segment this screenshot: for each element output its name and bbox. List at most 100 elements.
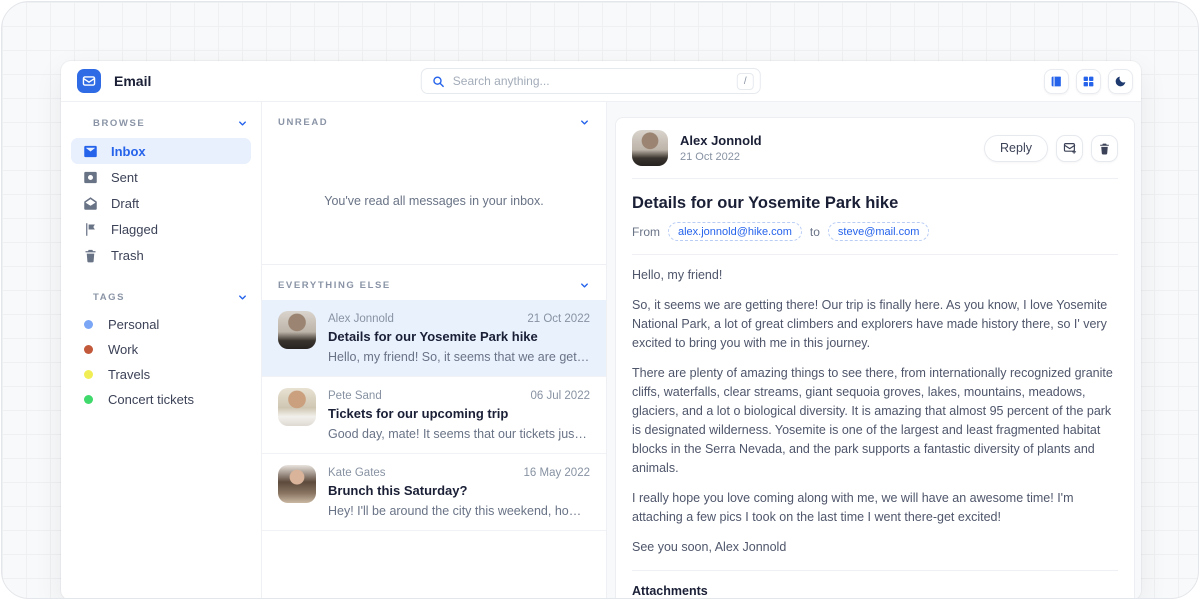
page-background: Email /: [1, 1, 1199, 599]
sidebar-item-trash[interactable]: Trash: [71, 242, 251, 268]
reply-button[interactable]: Reply: [984, 135, 1048, 162]
contacts-button[interactable]: [1044, 69, 1069, 94]
detail-header: Alex Jonnold 21 Oct 2022 Reply: [632, 130, 1118, 179]
chevron-down-icon: [237, 118, 248, 129]
detail-sender-name: Alex Jonnold: [680, 133, 762, 148]
tags-label: TAGS: [93, 292, 125, 303]
envelope-logo-icon: [82, 74, 96, 88]
tag-item-work[interactable]: Work: [71, 337, 251, 362]
moon-icon: [1114, 75, 1127, 88]
email-body: Hello, my friend! So, it seems we are ge…: [632, 266, 1118, 557]
email-sender: Pete Sand: [328, 390, 382, 402]
tag-label: Personal: [108, 317, 159, 332]
email-list-column: UNREAD You've read all messages in your …: [262, 102, 607, 599]
unread-section-header[interactable]: UNREAD: [262, 102, 606, 137]
from-label: From: [632, 225, 660, 239]
tag-item-concert-tickets[interactable]: Concert tickets: [71, 387, 251, 412]
browse-label: BROWSE: [93, 118, 145, 129]
app-title: Email: [114, 73, 151, 89]
chevron-down-icon: [579, 280, 590, 291]
sidebar-item-inbox[interactable]: Inbox: [71, 138, 251, 164]
grid-icon: [1082, 75, 1095, 88]
email-subject: Details for our Yosemite Park hike: [328, 329, 590, 344]
search-shortcut-badge: /: [737, 73, 754, 90]
to-label: to: [810, 225, 820, 239]
header-actions: [1044, 69, 1133, 94]
to-email-chip[interactable]: steve@mail.com: [828, 222, 929, 241]
sidebar-spacer: [71, 268, 251, 284]
sidebar-item-label: Trash: [111, 248, 144, 263]
divider: [632, 570, 1118, 571]
email-preview: Good day, mate! It seems that our ticket…: [328, 427, 590, 441]
app-header: Email /: [61, 61, 1141, 102]
trash-icon: [83, 248, 98, 263]
email-detail-card: Alex Jonnold 21 Oct 2022 Reply: [615, 117, 1135, 599]
sidebar-item-draft[interactable]: Draft: [71, 190, 251, 216]
tag-dot: [84, 345, 93, 354]
body-paragraph: Hello, my friend!: [632, 266, 1118, 285]
email-item-body: Pete Sand 06 Jul 2022 Tickets for our up…: [328, 388, 590, 441]
email-list-item[interactable]: Alex Jonnold 21 Oct 2022 Details for our…: [262, 300, 606, 377]
detail-date: 21 Oct 2022: [680, 151, 762, 163]
detail-subject: Details for our Yosemite Park hike: [632, 194, 1118, 213]
tags-section-header[interactable]: TAGS: [71, 284, 251, 312]
email-preview: Hello, my friend! So, it seems that we a…: [328, 350, 590, 364]
tag-dot: [84, 395, 93, 404]
avatar: [278, 388, 316, 426]
email-list-item[interactable]: Pete Sand 06 Jul 2022 Tickets for our up…: [262, 377, 606, 454]
sidebar-item-label: Inbox: [111, 144, 146, 159]
browse-section-header[interactable]: BROWSE: [71, 110, 251, 138]
search-icon: [432, 75, 445, 88]
unread-label: UNREAD: [278, 117, 328, 128]
detail-sender-block: Alex Jonnold 21 Oct 2022: [680, 133, 762, 163]
forward-button[interactable]: [1056, 135, 1083, 162]
app-logo: [77, 69, 101, 93]
email-date: 06 Jul 2022: [531, 390, 590, 402]
email-list-item[interactable]: Kate Gates 16 May 2022 Brunch this Satur…: [262, 454, 606, 531]
chevron-down-icon: [579, 117, 590, 128]
email-date: 21 Oct 2022: [527, 313, 590, 325]
search-input[interactable]: [453, 74, 729, 88]
envelope-plus-icon: [1063, 141, 1077, 155]
sidebar-item-label: Draft: [111, 196, 139, 211]
tag-dot: [84, 320, 93, 329]
email-item-body: Kate Gates 16 May 2022 Brunch this Satur…: [328, 465, 590, 518]
sidebar-item-label: Flagged: [111, 222, 158, 237]
avatar: [278, 465, 316, 503]
email-preview: Hey! I'll be around the city this weeken…: [328, 504, 590, 518]
attachments-label: Attachments: [632, 584, 1118, 598]
body-paragraph: So, it seems we are getting there! Our t…: [632, 296, 1118, 353]
email-detail-panel: Alex Jonnold 21 Oct 2022 Reply: [607, 102, 1141, 599]
chevron-down-icon: [237, 292, 248, 303]
book-icon: [1050, 75, 1063, 88]
detail-actions: Reply: [984, 135, 1118, 162]
sent-icon: [83, 170, 98, 185]
tag-label: Concert tickets: [108, 392, 194, 407]
email-subject: Tickets for our upcoming trip: [328, 406, 590, 421]
email-app-window: Email /: [61, 61, 1141, 599]
dark-mode-button[interactable]: [1108, 69, 1133, 94]
email-date: 16 May 2022: [524, 467, 591, 479]
body-paragraph: There are plenty of amazing things to se…: [632, 364, 1118, 478]
tag-item-personal[interactable]: Personal: [71, 312, 251, 337]
apps-button[interactable]: [1076, 69, 1101, 94]
email-item-body: Alex Jonnold 21 Oct 2022 Details for our…: [328, 311, 590, 364]
body-paragraph: I really hope you love coming along with…: [632, 489, 1118, 527]
body-paragraph: See you soon, Alex Jonnold: [632, 538, 1118, 557]
avatar: [278, 311, 316, 349]
sidebar: BROWSE Inbox Sent: [61, 102, 262, 599]
sidebar-item-flagged[interactable]: Flagged: [71, 216, 251, 242]
tag-item-travels[interactable]: Travels: [71, 362, 251, 387]
tag-dot: [84, 370, 93, 379]
flag-icon: [83, 222, 98, 237]
email-subject: Brunch this Saturday?: [328, 483, 590, 498]
trash-icon: [1098, 142, 1111, 155]
delete-button[interactable]: [1091, 135, 1118, 162]
from-email-chip[interactable]: alex.jonnold@hike.com: [668, 222, 802, 241]
everything-else-section-header[interactable]: EVERYTHING ELSE: [262, 265, 606, 300]
avatar: [632, 130, 668, 166]
search-bar[interactable]: /: [421, 68, 761, 94]
draft-icon: [83, 196, 98, 211]
unread-empty-state: You've read all messages in your inbox.: [262, 137, 606, 265]
sidebar-item-sent[interactable]: Sent: [71, 164, 251, 190]
